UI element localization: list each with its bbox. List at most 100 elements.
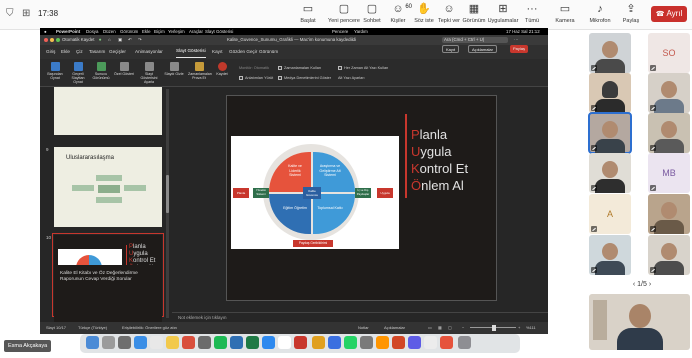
participant-tile[interactable]: SO xyxy=(648,33,690,73)
hide-slide-button[interactable]: Slaydı Gizle xyxy=(163,62,185,86)
grid-icon[interactable]: ⊞ xyxy=(22,8,30,19)
menu-item[interactable]: Araçlar xyxy=(189,28,203,35)
current-slide[interactable]: Kalite ve Liderlik Sistemi Araştırma ve … xyxy=(226,95,497,301)
participant-tile[interactable] xyxy=(648,235,690,275)
app-icon[interactable] xyxy=(360,336,373,349)
participant-tile[interactable] xyxy=(589,33,631,73)
pager-next-icon[interactable]: › xyxy=(649,281,651,288)
self-view-video[interactable] xyxy=(589,294,690,350)
participant-tile-active-speaker[interactable] xyxy=(588,112,632,154)
system-icon[interactable] xyxy=(118,336,131,349)
menu-item[interactable]: Ekle xyxy=(142,28,151,35)
finder-icon[interactable] xyxy=(86,336,99,349)
apple-icon[interactable]: ● xyxy=(44,28,47,35)
calendar-icon[interactable] xyxy=(150,336,163,349)
rehearse-timings-button[interactable]: Zamanlamaları Prova Et xyxy=(188,62,212,86)
thumbnail-scrollbar[interactable] xyxy=(166,89,169,318)
play-narrations-checkbox[interactable]: Anlatımları Yürüt xyxy=(239,76,273,80)
whatsapp-icon[interactable] xyxy=(344,336,357,349)
media-controls-checkbox[interactable]: Medya Denetimlerini Göster xyxy=(278,76,331,80)
subtitle-settings-button[interactable]: Alt Yazı Ayarları xyxy=(338,76,365,80)
app-menu[interactable]: PowerPoint xyxy=(56,28,80,35)
menu-item[interactable]: Yerleşim xyxy=(168,28,185,35)
minimize-window-icon[interactable] xyxy=(50,38,54,42)
app-icon[interactable] xyxy=(440,336,453,349)
slide-thumbnail-9[interactable]: Uluslararasılaşma xyxy=(54,147,162,227)
camera-button[interactable]: ▭ Kamera xyxy=(548,3,582,29)
slide-thumbnail-8[interactable] xyxy=(54,87,162,135)
undo-icon[interactable]: ↶ xyxy=(128,35,132,45)
redo-icon[interactable]: ↷ xyxy=(138,35,142,45)
preview-icon[interactable] xyxy=(424,336,437,349)
sorter-view-icon[interactable]: ▦ xyxy=(438,322,442,334)
menu-item[interactable]: Yardım xyxy=(354,28,368,35)
launchpad-icon[interactable] xyxy=(102,336,115,349)
powerpoint-icon[interactable] xyxy=(392,336,405,349)
app-icon[interactable] xyxy=(182,336,195,349)
tab-home[interactable]: Giriş xyxy=(46,45,55,59)
more-button[interactable]: ··· Tümü xyxy=(515,3,549,29)
app-icon[interactable] xyxy=(408,336,421,349)
play-from-current-button[interactable]: Geçerli Slayttan Oynat xyxy=(67,62,89,86)
menu-item[interactable]: Biçim xyxy=(154,28,165,35)
tab-draw[interactable]: Çiz xyxy=(76,45,83,59)
menu-item[interactable]: Görünüm xyxy=(120,28,138,35)
menu-item[interactable]: Pencere xyxy=(332,28,348,35)
leave-button[interactable]: ☎ Ayrıl xyxy=(651,6,687,22)
reading-view-icon[interactable]: ▢ xyxy=(448,322,452,334)
app-icon[interactable] xyxy=(278,336,291,349)
chrome-icon[interactable] xyxy=(312,336,325,349)
tab-animations[interactable]: Animasyonlar xyxy=(135,45,163,59)
pager-prev-icon[interactable]: ‹ xyxy=(633,281,635,288)
menu-item[interactable]: Düzen xyxy=(103,28,116,35)
normal-view-icon[interactable]: ▭ xyxy=(428,322,432,334)
more-options-icon[interactable]: ··· xyxy=(514,35,518,45)
record-slideshow-button[interactable]: Kaydet xyxy=(211,62,233,86)
excel-icon[interactable] xyxy=(246,336,259,349)
mail-icon[interactable] xyxy=(134,336,147,349)
always-subtitles-checkbox[interactable]: Her Zaman Alt Yazı Kullan xyxy=(338,66,388,70)
participant-tile[interactable]: MB xyxy=(648,153,690,193)
home-icon[interactable]: ⌂ xyxy=(108,35,111,45)
participant-tile[interactable] xyxy=(589,235,631,275)
microphone-button[interactable]: ♪ Mikrofon xyxy=(583,3,617,29)
app-icon[interactable] xyxy=(294,336,307,349)
notes-pane[interactable]: Not eklemek için tıklayın xyxy=(172,312,548,322)
zoom-level[interactable]: %111 xyxy=(526,322,536,334)
use-timings-checkbox[interactable]: Zamanlamaları Kullan xyxy=(278,66,321,70)
share-button[interactable]: ⇪ Paylaş xyxy=(614,3,648,29)
word-icon[interactable] xyxy=(230,336,243,349)
tab-design[interactable]: Tasarım xyxy=(89,45,105,59)
participant-tile[interactable]: A xyxy=(589,194,631,234)
monitor-select[interactable]: Monitör: Otomatik xyxy=(239,66,269,70)
zoom-app-icon[interactable] xyxy=(328,336,341,349)
app-icon[interactable] xyxy=(262,336,275,349)
tab-record[interactable]: Kayıt xyxy=(212,45,222,59)
app-icon[interactable] xyxy=(376,336,389,349)
tab-view[interactable]: Görünüm xyxy=(259,45,278,59)
search-input[interactable]: Ara (Cmd + Ctrl + U) xyxy=(442,37,508,43)
participant-tile[interactable] xyxy=(648,73,690,113)
notes-button[interactable]: Notlar xyxy=(358,322,369,334)
close-window-icon[interactable] xyxy=(44,38,48,42)
autosave-toggle-icon[interactable]: ⏺ xyxy=(99,35,101,45)
zoom-in-icon[interactable]: + xyxy=(518,322,520,334)
participant-tile[interactable] xyxy=(589,153,631,193)
spotify-icon[interactable] xyxy=(214,336,227,349)
save-icon[interactable]: ▣ xyxy=(118,35,122,45)
trash-icon[interactable] xyxy=(458,336,471,349)
scrollbar-thumb[interactable] xyxy=(166,175,169,213)
custom-show-button[interactable]: Özel Gösteri xyxy=(113,62,135,86)
slide-canvas[interactable]: Kalite ve Liderlik Sistemi Araştırma ve … xyxy=(172,87,548,312)
zoom-out-icon[interactable]: − xyxy=(462,322,464,334)
participant-tile[interactable] xyxy=(589,73,631,113)
menu-item[interactable]: Dosya xyxy=(86,28,98,35)
tab-transitions[interactable]: Geçişler xyxy=(109,45,126,59)
tab-slideshow[interactable]: Slayt Gösterisi xyxy=(176,45,206,58)
app-icon[interactable] xyxy=(198,336,211,349)
zoom-slider-knob[interactable] xyxy=(492,325,496,331)
accessibility-status[interactable]: Erişilebilirlik: Önerilere göz atın xyxy=(122,322,177,334)
ppt-share-button[interactable]: Paylaş xyxy=(510,45,529,53)
notes-app-icon[interactable] xyxy=(166,336,179,349)
participant-tile[interactable] xyxy=(648,113,690,153)
